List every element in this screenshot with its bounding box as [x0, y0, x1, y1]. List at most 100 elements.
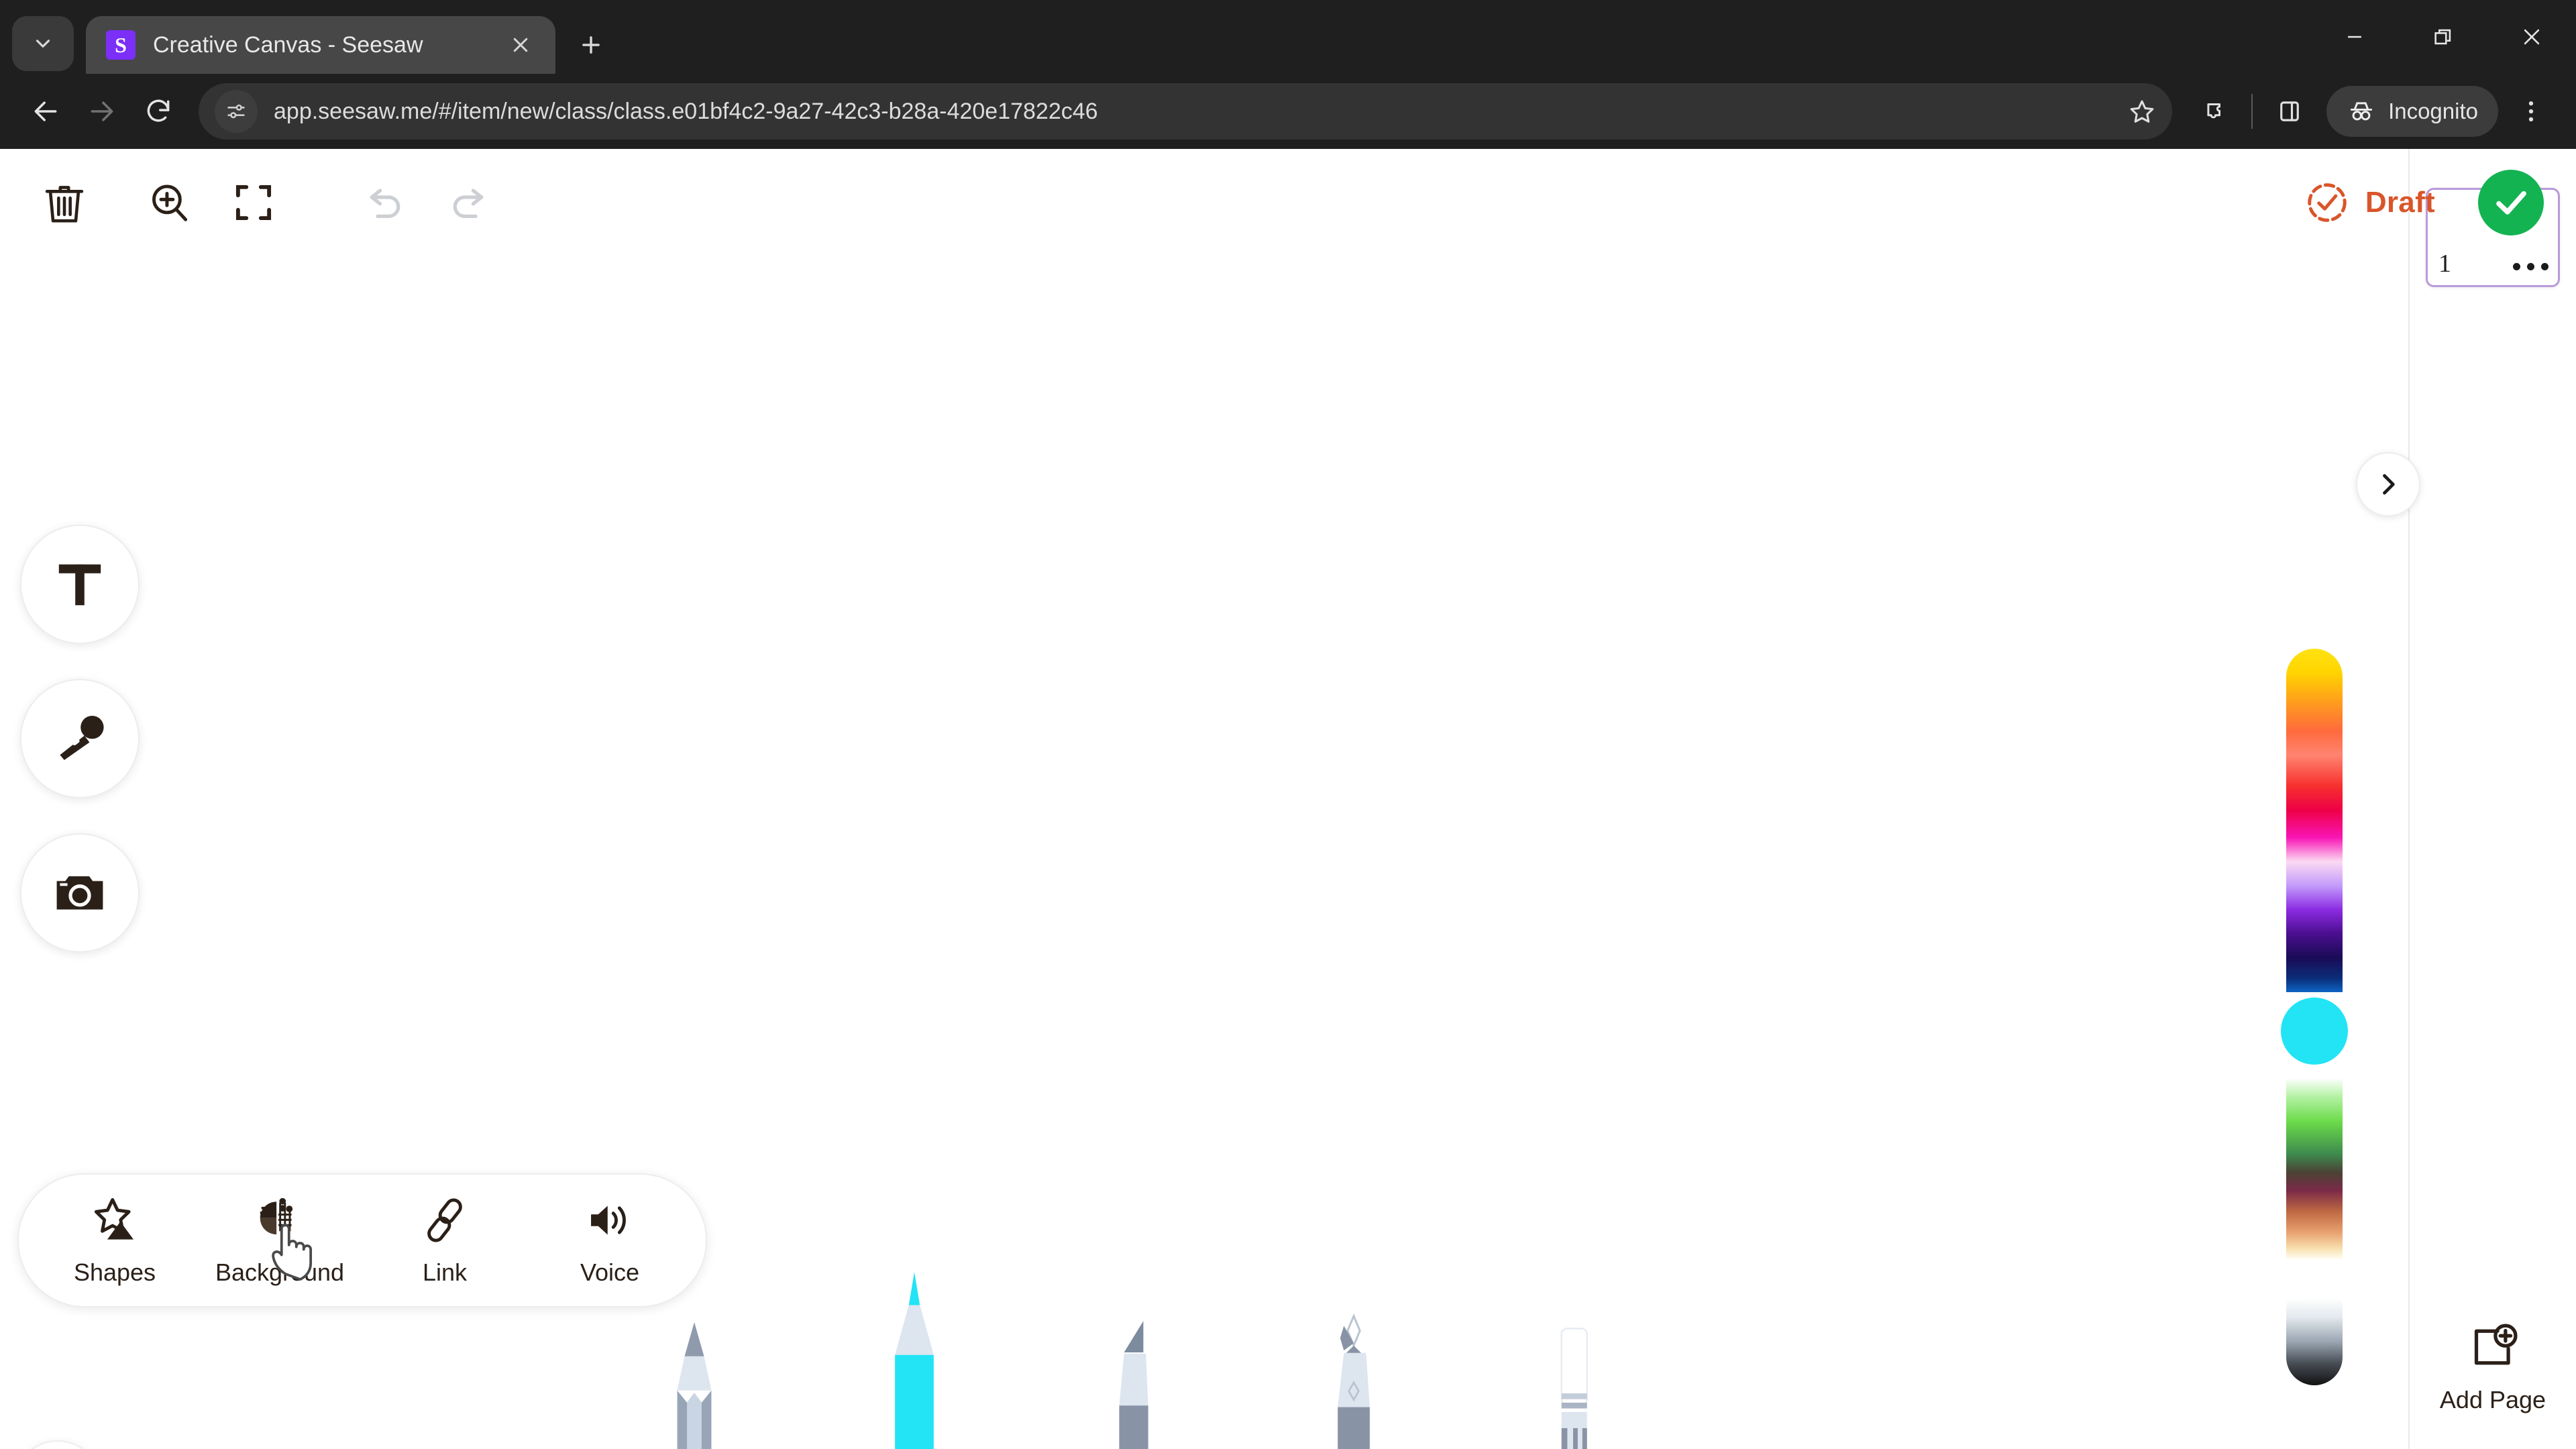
- feature-toolbar: Shapes Background Link Voice: [17, 1173, 707, 1307]
- speaker-icon: [591, 1205, 626, 1235]
- pen-tool-selected[interactable]: [857, 1269, 971, 1449]
- voice-label: Voice: [580, 1258, 640, 1286]
- minimize-icon: [2348, 36, 2361, 38]
- voice-button[interactable]: Voice: [553, 1194, 667, 1287]
- tab-title: Creative Canvas - Seesaw: [153, 32, 423, 58]
- minimize-button[interactable]: [2310, 0, 2399, 74]
- magnifier-plus-icon: [152, 184, 188, 221]
- undo-icon: [370, 189, 400, 218]
- ellipsis-dot: [2527, 263, 2534, 270]
- camera-icon: [56, 876, 103, 910]
- tab-favicon: S: [106, 30, 136, 60]
- chrome-menu-button[interactable]: [2504, 84, 2559, 139]
- creative-canvas-app: Draft Shapes Background Link Voice 1 Add…: [0, 149, 2576, 1449]
- restore-icon: [2434, 29, 2451, 45]
- text-t-icon: [58, 564, 101, 606]
- tab-strip: S Creative Canvas - Seesaw: [0, 0, 2576, 74]
- window-controls: [2310, 0, 2576, 74]
- page-menu-button[interactable]: [2513, 263, 2548, 270]
- delete-button[interactable]: [30, 168, 99, 237]
- close-window-button[interactable]: [2487, 0, 2576, 74]
- glitter-pen-tool[interactable]: [1297, 1313, 1411, 1449]
- add-page-button[interactable]: Add Page: [2440, 1319, 2546, 1414]
- reload-icon: [147, 99, 170, 122]
- fit-screen-button[interactable]: [219, 168, 288, 237]
- background-button[interactable]: Background: [215, 1194, 344, 1287]
- trash-icon: [45, 186, 84, 223]
- favicon-letter: S: [115, 33, 127, 57]
- address-bar[interactable]: app.seesaw.me/#/item/new/class/class.e01…: [199, 83, 2173, 140]
- eraser-tool[interactable]: [1516, 1322, 1630, 1449]
- tab-list-button[interactable]: [12, 16, 74, 71]
- ellipsis-dot: [2513, 263, 2520, 270]
- kebab-menu-icon: [2528, 101, 2534, 122]
- color-gradient-grayscale[interactable]: [2286, 1298, 2343, 1385]
- bookmark-button[interactable]: [2118, 88, 2165, 135]
- background-label: Background: [215, 1258, 345, 1286]
- star-shapes-icon: [94, 1198, 133, 1240]
- link-label: Link: [422, 1258, 468, 1286]
- reload-button[interactable]: [130, 83, 186, 140]
- dashed-circle-check-icon: [2308, 183, 2347, 222]
- shapes-label: Shapes: [73, 1258, 156, 1286]
- microphone-icon: [60, 716, 104, 760]
- incognito-icon: [2350, 102, 2373, 121]
- link-chain-icon: [427, 1198, 462, 1242]
- close-icon: [513, 38, 528, 52]
- left-tool-rail: [20, 525, 140, 953]
- url-text[interactable]: app.seesaw.me/#/item/new/class/class.e01…: [274, 99, 2118, 125]
- new-tab-button[interactable]: [566, 20, 616, 70]
- undo-button[interactable]: [350, 168, 420, 237]
- arrow-right-icon: [91, 101, 113, 121]
- incognito-indicator[interactable]: Incognito: [2326, 86, 2498, 137]
- quote-button[interactable]: [13, 1440, 102, 1449]
- site-info-button[interactable]: [215, 90, 258, 133]
- color-picker: [2281, 649, 2348, 1385]
- browser-chrome: S Creative Canvas - Seesaw app.seesaw.me…: [0, 0, 2576, 149]
- ellipsis-dot: [2541, 263, 2548, 270]
- add-page-icon: [2474, 1324, 2518, 1365]
- extensions-button[interactable]: [2187, 84, 2242, 139]
- toolbar-divider: [2251, 94, 2253, 129]
- back-button[interactable]: [17, 83, 74, 140]
- drawing-tool-tray: [637, 1268, 1630, 1449]
- side-panel-button[interactable]: [2262, 84, 2317, 139]
- color-gradient-earth[interactable]: [2286, 1078, 2343, 1259]
- background-icon: [260, 1197, 293, 1235]
- arrow-left-icon: [34, 101, 57, 121]
- redo-button[interactable]: [433, 168, 503, 237]
- chevron-down-icon: [36, 40, 50, 48]
- marker-tool[interactable]: [1077, 1316, 1191, 1449]
- color-gradient-rainbow[interactable]: [2286, 649, 2343, 992]
- confirm-button[interactable]: [2478, 170, 2544, 235]
- selected-color-swatch[interactable]: [2281, 998, 2348, 1065]
- text-tool-button[interactable]: [20, 525, 140, 644]
- forward-button[interactable]: [74, 83, 130, 140]
- plus-icon: [582, 36, 600, 54]
- side-panel-icon: [2280, 101, 2299, 121]
- restore-button[interactable]: [2399, 0, 2487, 74]
- incognito-label: Incognito: [2388, 99, 2478, 123]
- pencil-tool[interactable]: [637, 1315, 751, 1449]
- zoom-in-button[interactable]: [134, 168, 204, 237]
- browser-toolbar: app.seesaw.me/#/item/new/class/class.e01…: [0, 74, 2576, 149]
- draft-status[interactable]: Draft: [2304, 179, 2435, 226]
- add-page-label: Add Page: [2439, 1386, 2546, 1413]
- page-panel-toggle[interactable]: [2356, 452, 2420, 517]
- page-panel: 1 Add Page: [2408, 149, 2576, 1449]
- browser-tab[interactable]: S Creative Canvas - Seesaw: [86, 16, 555, 74]
- chevron-right-icon: [2383, 474, 2395, 495]
- tab-close-button[interactable]: [503, 28, 538, 62]
- close-icon: [2524, 29, 2540, 45]
- shapes-button[interactable]: Shapes: [58, 1194, 172, 1287]
- redo-icon: [453, 189, 484, 218]
- mic-tool-button[interactable]: [20, 679, 140, 798]
- fit-frame-icon: [235, 184, 272, 221]
- puzzle-icon: [2207, 103, 2221, 119]
- draft-label: Draft: [2365, 186, 2435, 219]
- star-icon: [2130, 100, 2154, 123]
- check-icon: [2496, 191, 2526, 215]
- camera-tool-button[interactable]: [20, 833, 140, 953]
- link-button[interactable]: Link: [388, 1194, 502, 1287]
- canvas-toolbar: Draft: [0, 149, 2576, 256]
